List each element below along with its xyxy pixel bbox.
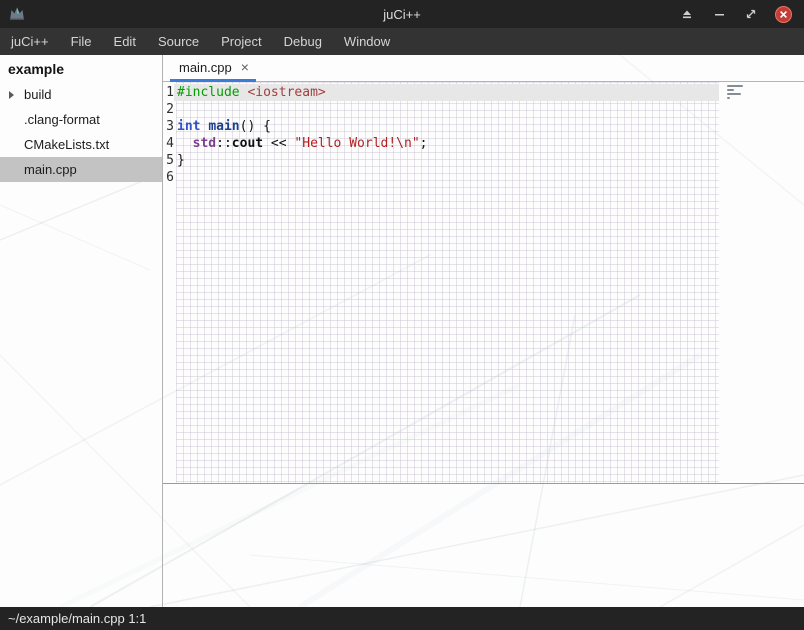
code-line-4[interactable]: 4 std::cout << "Hello World!\n"; [163,135,719,152]
file-tree-items: build .clang-format CMakeLists.txt main.cpp [0,82,162,182]
code-line-2[interactable]: 2 [163,101,719,118]
menu-item-file[interactable]: File [60,28,103,55]
tree-item-main-cpp[interactable]: main.cpp [0,157,162,182]
tree-item-build[interactable]: build [0,82,162,107]
minimize-icon[interactable] [711,6,727,22]
tree-item-label: .clang-format [24,112,100,127]
minimap-bar [727,97,730,99]
titlebar: juCi++ [0,0,804,28]
minimap-bar [727,93,741,95]
code-line-1[interactable]: 1#include <iostream> [163,84,719,101]
output-panel [163,484,804,607]
line-number: 1 [163,84,174,101]
line-number: 6 [163,169,174,186]
tree-item-label: main.cpp [24,162,77,177]
menu-item-edit[interactable]: Edit [103,28,147,55]
content-area: example build .clang-format CMakeLists.txt… [0,55,804,607]
code-line-5[interactable]: 5} [163,152,719,169]
status-text: ~/example/main.cpp 1:1 [8,611,146,626]
status-bar: ~/example/main.cpp 1:1 [0,607,804,630]
tree-item-label: build [24,87,51,102]
minimap[interactable] [727,85,747,101]
line-number: 3 [163,118,174,135]
code-line-6[interactable]: 6 [163,169,719,186]
code-editor[interactable]: 1#include <iostream>23int main() {4 std:… [163,82,804,484]
menu-item-juci[interactable]: juCi++ [0,28,60,55]
line-number: 4 [163,135,174,152]
eject-icon[interactable] [679,6,695,22]
minimap-bar [727,89,734,91]
code-text: } [174,152,719,169]
expand-arrow-icon[interactable] [9,91,14,99]
app-icon [8,6,26,22]
line-number: 2 [163,101,174,118]
code-block[interactable]: 1#include <iostream>23int main() {4 std:… [163,82,719,483]
file-tree-sidebar: example build .clang-format CMakeLists.txt… [0,55,163,607]
code-line-3[interactable]: 3int main() { [163,118,719,135]
menu-item-window[interactable]: Window [333,28,401,55]
code-text [174,169,719,186]
close-icon[interactable] [775,6,792,23]
app-window: juCi++ [0,0,804,630]
code-text [174,101,719,118]
project-name: example [0,55,162,82]
window-title: juCi++ [383,7,421,22]
tab-main-cpp[interactable]: main.cpp × [170,55,256,82]
menubar: juCi++FileEditSourceProjectDebugWindow [0,28,804,55]
main-column: main.cpp × 1#include <iostream>23int mai… [163,55,804,607]
minimap-bar [727,85,743,87]
code-text: #include <iostream> [174,84,719,101]
tab-bar: main.cpp × [163,55,804,82]
menu-item-source[interactable]: Source [147,28,210,55]
tree-item-label: CMakeLists.txt [24,137,109,152]
tab-close-icon[interactable]: × [241,60,249,74]
code-text: std::cout << "Hello World!\n"; [174,135,719,152]
line-number: 5 [163,152,174,169]
tree-item-clang-format[interactable]: .clang-format [0,107,162,132]
window-controls [679,0,792,28]
menu-item-debug[interactable]: Debug [273,28,333,55]
tab-label: main.cpp [179,60,232,75]
menu-item-project[interactable]: Project [210,28,272,55]
code-text: int main() { [174,118,719,135]
tree-item-cmakelists-txt[interactable]: CMakeLists.txt [0,132,162,157]
restore-icon[interactable] [743,6,759,22]
